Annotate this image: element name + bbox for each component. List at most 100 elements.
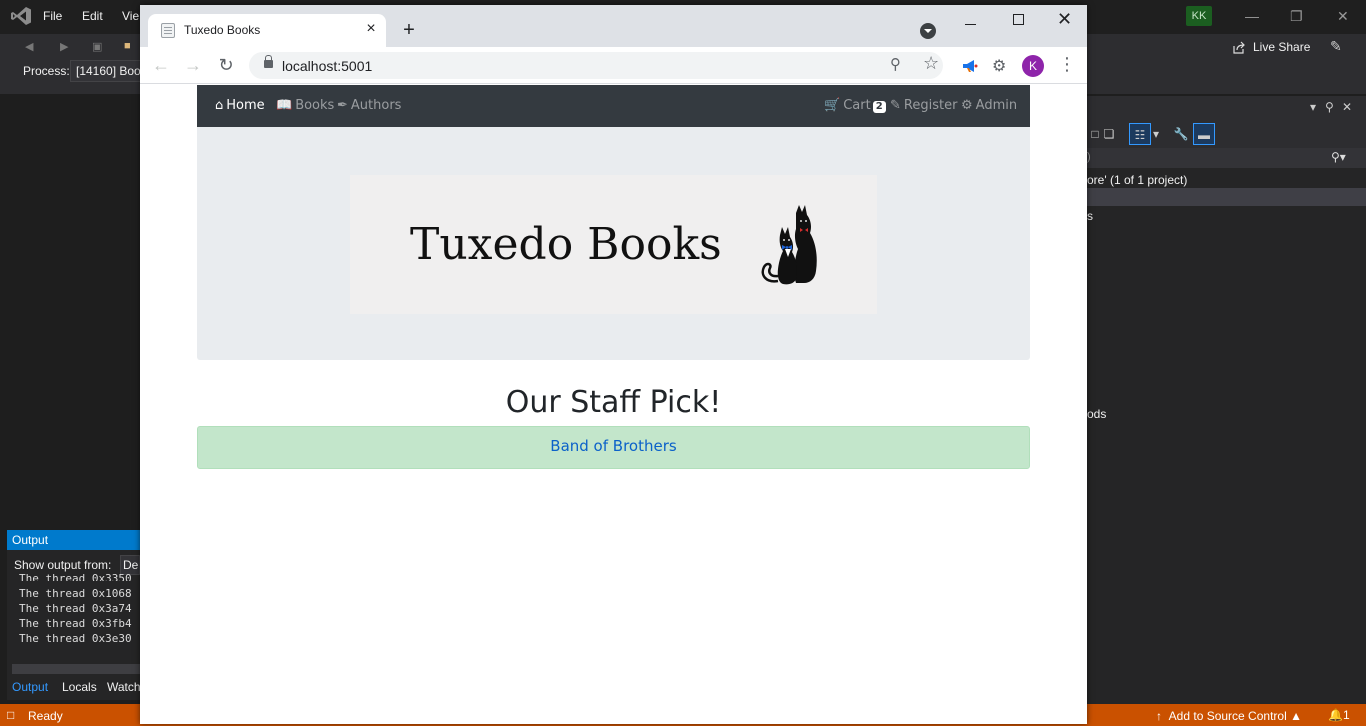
- new-tab-icon[interactable]: +: [398, 19, 420, 41]
- nav-authors[interactable]: ✒ Authors: [337, 98, 401, 113]
- megaphone-extension-icon[interactable]: [962, 60, 978, 72]
- staff-pick-heading: Our Staff Pick!: [505, 385, 722, 420]
- nav-admin[interactable]: ⚙ Admin: [961, 98, 1017, 113]
- address-bar[interactable]: localhost:5001 ⚲ ☆: [249, 52, 943, 79]
- cart-count-badge: 2: [872, 101, 886, 113]
- home-icon: ⌂: [215, 98, 224, 113]
- solution-search-box[interactable]: [1087, 148, 1366, 168]
- account-avatar[interactable]: KK: [1186, 6, 1212, 26]
- solution-node[interactable]: ore' (1 of 1 project): [1087, 173, 1187, 187]
- browser-window: Tuxedo Books × + ✕ ← → ↻ localhost:5001 …: [140, 5, 1087, 724]
- staff-pick-card: Band of Brothers: [197, 426, 1030, 469]
- feedback-icon[interactable]: ✎: [1330, 38, 1342, 55]
- logo-text: Tuxedo Books: [410, 219, 722, 270]
- cart-icon: 🛒: [824, 98, 841, 113]
- browser-toolbar: ← → ↻ localhost:5001 ⚲ ☆ ⚙ K ⋮: [140, 47, 1087, 84]
- nav-register-label: Register: [903, 98, 958, 113]
- show-output-label: Show output from:: [14, 558, 112, 572]
- reload-icon[interactable]: ↻: [215, 55, 237, 77]
- nav-home[interactable]: ⌂ Home: [215, 98, 265, 113]
- site-navbar: ⌂ Home 📖 Books ✒ Authors 🛒 Cart 2 ✎ Register ⚙…: [197, 85, 1030, 127]
- back-nav-icon[interactable]: ◀: [25, 40, 39, 53]
- extensions-puzzle-icon[interactable]: ⚙: [992, 56, 1006, 76]
- tab-search-icon[interactable]: [920, 23, 936, 39]
- nav-home-label: Home: [226, 98, 265, 113]
- nav-cart[interactable]: 🛒 Cart 2: [824, 98, 886, 113]
- vs-close-icon[interactable]: ✕: [1337, 8, 1349, 25]
- status-ready: Ready: [28, 709, 63, 723]
- process-label: Process:: [23, 64, 70, 78]
- maximize-icon[interactable]: [1013, 14, 1024, 25]
- bookmark-star-icon[interactable]: ☆: [923, 53, 939, 74]
- add-to-source-control-button[interactable]: ↑ Add to Source Control ▲: [1156, 709, 1302, 723]
- nav-register[interactable]: ✎ Register: [890, 98, 957, 113]
- menu-view[interactable]: Vie: [122, 9, 139, 23]
- staff-pick-book-link[interactable]: Band of Brothers: [550, 437, 676, 455]
- forward-icon[interactable]: →: [182, 55, 204, 77]
- live-share-icon: [1233, 41, 1245, 54]
- switch-views-dropdown-icon[interactable]: ▾: [1150, 123, 1162, 145]
- search-icon[interactable]: ⚲▾: [1331, 150, 1346, 164]
- site-logo: Tuxedo Books: [350, 175, 877, 314]
- nav-authors-label: Authors: [350, 98, 402, 113]
- vs-minimize-icon[interactable]: —: [1245, 8, 1259, 24]
- live-share-button[interactable]: Live Share: [1253, 40, 1310, 54]
- process-dropdown[interactable]: [14160] Boo: [70, 60, 144, 82]
- forward-nav-icon[interactable]: ▶: [60, 40, 74, 53]
- tab-watch[interactable]: Watch: [107, 680, 141, 694]
- vs-restore-icon[interactable]: ❐: [1290, 8, 1303, 25]
- new-item-icon[interactable]: ▣: [92, 40, 106, 53]
- output-line: The thread 0x3350: [19, 572, 132, 581]
- tab-close-icon[interactable]: ×: [362, 20, 380, 38]
- visual-studio-logo-icon: [11, 7, 31, 25]
- url-text[interactable]: localhost:5001: [282, 58, 372, 74]
- tab-locals[interactable]: Locals: [62, 680, 97, 694]
- menu-file[interactable]: File: [43, 9, 62, 23]
- tuxedo-cat-icon: [761, 205, 817, 285]
- nav-admin-label: Admin: [975, 98, 1018, 113]
- solution-search-text: ): [1087, 151, 1091, 163]
- edit-icon: ✎: [890, 98, 901, 113]
- notification-count: 1: [1342, 708, 1350, 722]
- book-icon: 📖: [276, 98, 293, 113]
- profile-avatar[interactable]: K: [1022, 55, 1044, 77]
- tree-item[interactable]: ods: [1087, 407, 1106, 421]
- nav-books[interactable]: 📖 Books: [276, 98, 334, 113]
- switch-views-icon[interactable]: ☷: [1129, 123, 1151, 145]
- tree-item[interactable]: s: [1087, 209, 1093, 223]
- ready-icon: □: [7, 708, 15, 722]
- output-line: The thread 0x3fb4: [19, 617, 132, 630]
- lock-icon[interactable]: [264, 55, 273, 68]
- output-panel-title[interactable]: Output: [7, 530, 140, 550]
- output-line: The thread 0x3e30: [19, 632, 132, 645]
- close-icon[interactable]: ✕: [1057, 9, 1072, 30]
- back-icon[interactable]: ←: [150, 55, 172, 77]
- output-line: The thread 0x3a74: [19, 602, 132, 615]
- notifications-icon[interactable]: 🔔1: [1328, 708, 1350, 722]
- arrow-up-icon: ↑: [1156, 709, 1162, 723]
- panel-close-icon[interactable]: ✕: [1342, 100, 1352, 114]
- page-favicon-icon: [161, 23, 175, 38]
- nav-cart-label: Cart: [843, 98, 871, 113]
- tab-output[interactable]: Output: [12, 680, 48, 694]
- minimize-icon[interactable]: [965, 18, 977, 32]
- output-scrollbar[interactable]: [12, 664, 140, 674]
- copy-icon[interactable]: ❏: [1098, 123, 1120, 145]
- pin-icon[interactable]: ⚲: [1325, 100, 1334, 114]
- web-page: ⌂ Home 📖 Books ✒ Authors 🛒 Cart 2 ✎ Register ⚙…: [140, 85, 1087, 724]
- panel-dropdown-icon[interactable]: ▾: [1310, 100, 1316, 114]
- output-line: The thread 0x1068: [19, 587, 132, 600]
- selected-tree-row[interactable]: [1087, 188, 1366, 206]
- more-menu-icon[interactable]: ⋮: [1058, 54, 1076, 74]
- zoom-out-icon[interactable]: ⚲: [890, 55, 901, 73]
- properties-wrench-icon[interactable]: 🔧: [1170, 123, 1192, 145]
- menu-edit[interactable]: Edit: [82, 9, 103, 23]
- source-control-label: Add to Source Control: [1168, 709, 1287, 723]
- tab-title: Tuxedo Books: [184, 23, 261, 37]
- browser-tab[interactable]: Tuxedo Books ×: [148, 14, 386, 47]
- preview-icon[interactable]: ▬: [1193, 123, 1215, 145]
- feather-icon: ✒: [337, 98, 348, 113]
- hero-banner: Tuxedo Books: [197, 127, 1030, 360]
- nav-books-label: Books: [295, 98, 335, 113]
- open-folder-icon[interactable]: ■: [124, 40, 138, 52]
